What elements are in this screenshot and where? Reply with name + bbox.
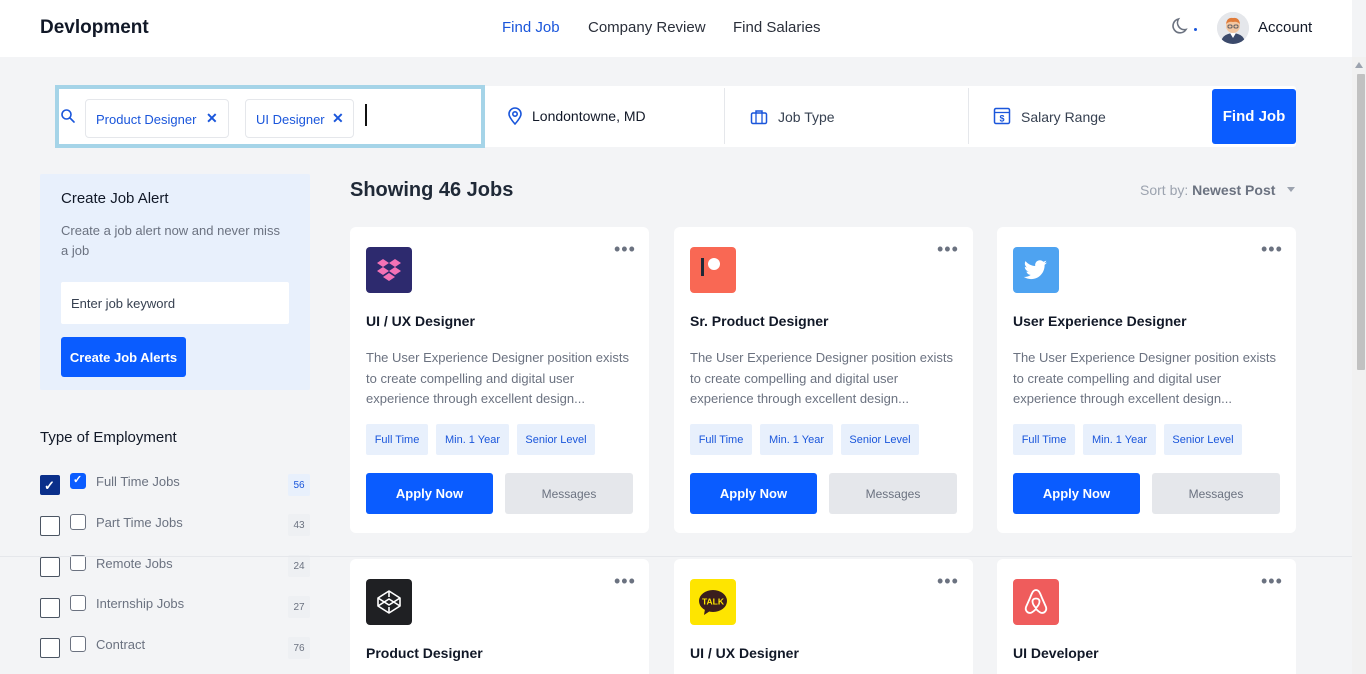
filter-checkbox-inner-full-time[interactable]: ✓ (70, 473, 86, 489)
account-link[interactable]: Account (1258, 19, 1312, 36)
job-alert-description: Create a job alert now and never miss a … (61, 223, 280, 258)
job-title[interactable]: Sr. Product Designer (690, 313, 828, 329)
filter-count-badge: 27 (288, 596, 310, 618)
chip-label: Product Designer (96, 112, 197, 127)
filter-checkbox-inner-internship[interactable] (70, 595, 86, 611)
chip-remove-icon[interactable]: ✕ (332, 110, 344, 127)
job-tag: Min. 1 Year (1083, 424, 1156, 455)
scroll-up-arrow-icon[interactable] (1355, 62, 1363, 68)
salary-range-select[interactable]: Salary Range (1021, 109, 1106, 125)
filter-label-contract[interactable]: Contract (96, 637, 145, 652)
job-title[interactable]: UI / UX Designer (366, 313, 475, 329)
filter-checkbox-internship[interactable] (40, 598, 60, 618)
filter-checkbox-inner-remote[interactable] (70, 555, 86, 571)
job-description: The User Experience Designer position ex… (366, 350, 630, 406)
nav-find-job[interactable]: Find Job (502, 19, 560, 36)
job-tag: Full Time (690, 424, 752, 455)
filter-checkbox-contract[interactable] (40, 638, 60, 658)
create-job-alerts-button[interactable]: Create Job Alerts (61, 337, 186, 377)
more-options-icon[interactable]: ••• (1261, 240, 1283, 258)
filter-checkbox-full-time[interactable]: ✓ (40, 475, 60, 495)
apply-now-button[interactable]: Apply Now (690, 473, 817, 514)
divider (0, 556, 1352, 557)
search-icon (61, 109, 75, 123)
chip-remove-icon[interactable]: ✕ (206, 110, 218, 127)
filter-count-badge: 76 (288, 637, 310, 659)
more-options-icon[interactable]: ••• (937, 572, 959, 590)
more-options-icon[interactable]: ••• (1261, 572, 1283, 590)
notification-dot-icon (1194, 28, 1197, 31)
sort-label: Sort by: (1140, 182, 1189, 198)
briefcase-icon (750, 110, 768, 125)
job-keyword-input[interactable] (61, 282, 289, 324)
messages-button[interactable]: Messages (1152, 473, 1280, 514)
job-tag: Min. 1 Year (760, 424, 833, 455)
filter-checkbox-remote[interactable] (40, 557, 60, 577)
chip-label: UI Designer (256, 112, 325, 127)
scrollbar-thumb[interactable] (1357, 74, 1365, 370)
find-job-button[interactable]: Find Job (1212, 89, 1296, 144)
filter-count-badge: 43 (288, 514, 310, 536)
airbnb-logo (1013, 579, 1059, 625)
filter-count-badge: 24 (288, 555, 310, 577)
job-tag: Full Time (366, 424, 428, 455)
messages-button[interactable]: Messages (829, 473, 957, 514)
keyword-chip-ui-designer: UI Designer ✕ (245, 99, 354, 138)
job-description: The User Experience Designer position ex… (1013, 350, 1277, 406)
job-tag: Senior Level (1164, 424, 1242, 455)
nav-find-salaries[interactable]: Find Salaries (733, 19, 821, 36)
sort-dropdown[interactable]: Sort by: Newest Post (1140, 182, 1275, 198)
filter-label-remote[interactable]: Remote Jobs (96, 556, 173, 571)
text-caret (365, 104, 367, 126)
more-options-icon[interactable]: ••• (614, 240, 636, 258)
codepen-logo (366, 579, 412, 625)
job-tag: Senior Level (841, 424, 919, 455)
job-title[interactable]: UI Developer (1013, 645, 1099, 661)
nav-company-review[interactable]: Company Review (588, 19, 706, 36)
filter-label-internship[interactable]: Internship Jobs (96, 596, 184, 611)
location-input[interactable]: Londontowne, MD (532, 108, 646, 124)
kakaotalk-logo: TALK (690, 579, 736, 625)
location-pin-icon (508, 107, 522, 125)
patreon-logo (690, 247, 736, 293)
keyword-chip-product-designer: Product Designer ✕ (85, 99, 229, 138)
job-title[interactable]: User Experience Designer (1013, 313, 1187, 329)
more-options-icon[interactable]: ••• (937, 240, 959, 258)
job-description: The User Experience Designer position ex… (690, 350, 954, 406)
employment-filter-title: Type of Employment (40, 429, 177, 446)
field-divider (968, 88, 969, 144)
filter-checkbox-inner-part-time[interactable] (70, 514, 86, 530)
job-tag: Senior Level (517, 424, 595, 455)
results-count-title: Showing 46 Jobs (350, 179, 514, 201)
avatar[interactable] (1217, 12, 1249, 44)
filter-label-full-time[interactable]: Full Time Jobs (96, 474, 180, 489)
svg-text:$: $ (999, 114, 1004, 124)
chevron-down-icon[interactable] (1287, 187, 1295, 192)
job-tag: Min. 1 Year (436, 424, 509, 455)
job-type-select[interactable]: Job Type (778, 109, 835, 125)
field-divider (724, 88, 725, 144)
more-options-icon[interactable]: ••• (614, 572, 636, 590)
apply-now-button[interactable]: Apply Now (1013, 473, 1140, 514)
dropbox-logo (366, 247, 412, 293)
job-title[interactable]: Product Designer (366, 645, 483, 661)
twitter-logo (1013, 247, 1059, 293)
job-title[interactable]: UI / UX Designer (690, 645, 799, 661)
kakaotalk-logo-text: TALK (702, 597, 725, 607)
filter-count-badge: 56 (288, 474, 310, 496)
messages-button[interactable]: Messages (505, 473, 633, 514)
filter-checkbox-inner-contract[interactable] (70, 636, 86, 652)
brand-logo[interactable]: Devlopment (40, 17, 149, 39)
job-alert-title: Create Job Alert (61, 190, 169, 207)
job-tag: Full Time (1013, 424, 1075, 455)
filter-checkbox-part-time[interactable] (40, 516, 60, 536)
sort-value[interactable]: Newest Post (1192, 182, 1275, 198)
moon-icon[interactable] (1169, 14, 1193, 38)
apply-now-button[interactable]: Apply Now (366, 473, 493, 514)
salary-icon: $ (993, 107, 1011, 125)
filter-label-part-time[interactable]: Part Time Jobs (96, 515, 183, 530)
